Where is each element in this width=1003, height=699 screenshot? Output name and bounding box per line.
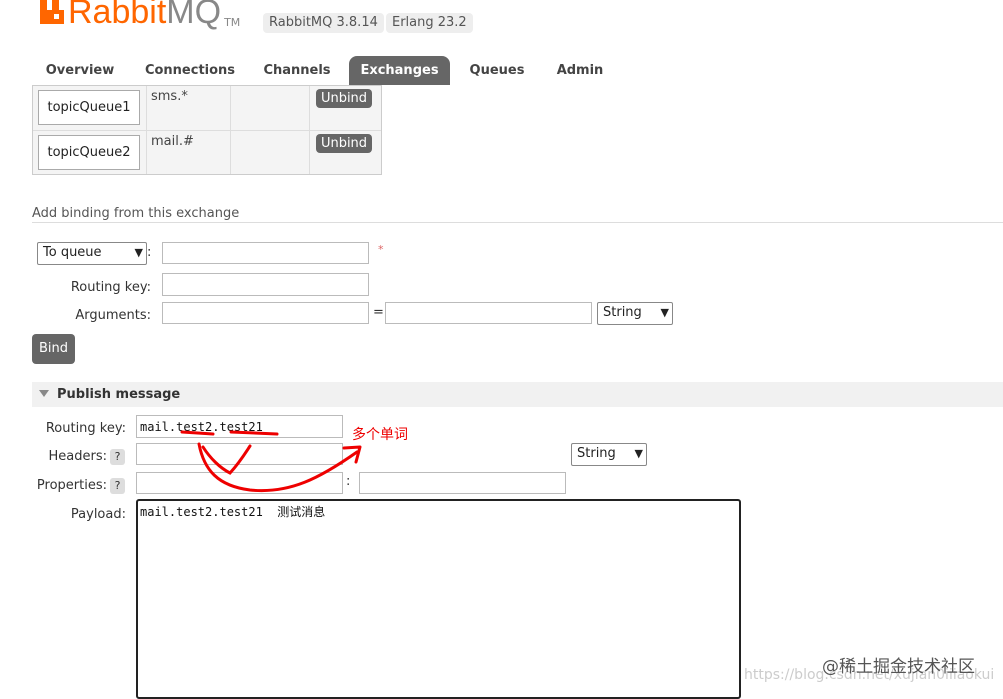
annotation-note: 多个单词: [352, 427, 408, 443]
annotation-overlay: [180, 430, 362, 493]
watermark-text: @稀土掘金技术社区: [822, 657, 975, 677]
